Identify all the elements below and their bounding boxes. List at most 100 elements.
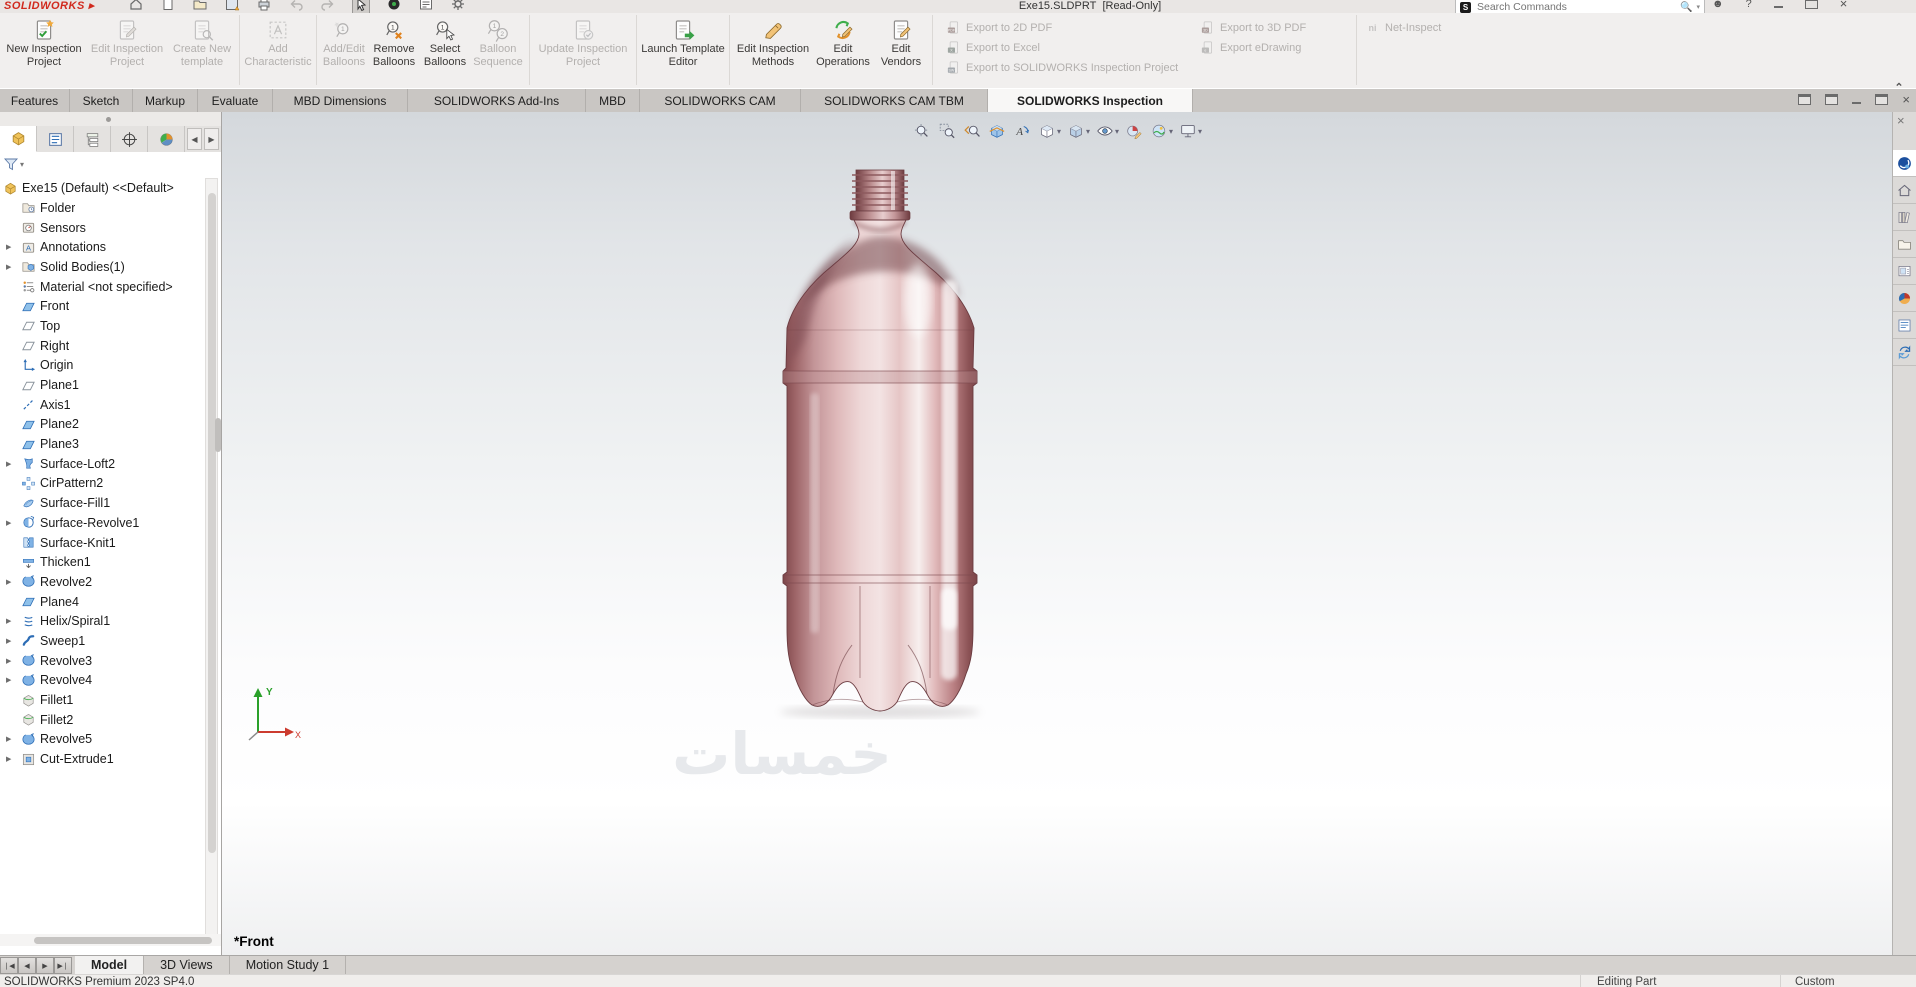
export-button-export-to-solidworks-inspection-project[interactable]: SW Export to SOLIDWORKS Inspection Proje… [946, 59, 1184, 76]
scrollbar-thumb[interactable] [207, 193, 216, 853]
zoom-area-icon[interactable] [936, 120, 958, 142]
tree-item-plane2[interactable]: ▶ Plane2 [0, 415, 204, 435]
close-icon[interactable]: × [1840, 0, 1848, 10]
task-pane-tab[interactable] [1893, 285, 1916, 312]
tree-item-plane3[interactable]: ▶ Plane3 [0, 434, 204, 454]
ribbon-button-select-balloons[interactable]: 1 Select Balloons [420, 15, 470, 85]
restore-icon[interactable] [1804, 0, 1818, 9]
expand-arrow-icon[interactable]: ▶ [6, 578, 11, 586]
restore-document-icon[interactable] [1875, 94, 1889, 105]
tree-item-plane4[interactable]: ▶ Plane4 [0, 592, 204, 612]
chevron-down-icon[interactable]: ▾ [1057, 127, 1061, 136]
ribbon-button-launch-template-editor[interactable]: Launch Template Editor [640, 15, 730, 85]
task-pane-tab[interactable] [1893, 312, 1916, 339]
ribbon-button-update-inspection-project[interactable]: Update Inspection Project [533, 15, 637, 85]
window-icon[interactable] [1825, 94, 1839, 105]
previous-view-icon[interactable] [961, 120, 983, 142]
tab-solidworks-cam[interactable]: SOLIDWORKS CAM [640, 89, 801, 113]
panel-tab[interactable] [111, 126, 148, 152]
tab-features[interactable]: Features [0, 89, 70, 113]
tree-item-right[interactable]: ▶ Right [0, 336, 204, 356]
chevron-down-icon[interactable]: ▾ [1169, 127, 1173, 136]
tree-item-material-not-specified[interactable]: ▶ Material <not specified> [0, 277, 204, 297]
task-pane-tab[interactable] [1893, 339, 1916, 366]
tree-item-front[interactable]: ▶ Front [0, 296, 204, 316]
document-tab-3d-views[interactable]: 3D Views [144, 956, 230, 975]
expand-arrow-icon[interactable]: ▶ [6, 637, 11, 645]
ribbon-button-add-characteristic[interactable]: Add Characteristic [243, 15, 317, 85]
annotation-views-icon[interactable]: A [1011, 120, 1033, 142]
tree-item-surface-loft2[interactable]: ▶ Surface-Loft2 [0, 454, 204, 474]
ribbon-button-add-edit-balloons[interactable]: 1 Add/Edit Balloons [320, 15, 368, 85]
scrollbar-thumb[interactable] [34, 936, 212, 944]
tree-item-folder[interactable]: ▶ Folder [0, 198, 204, 218]
tree-horizontal-scrollbar[interactable] [0, 934, 221, 946]
next-tab-icon[interactable]: ▶ [36, 957, 54, 974]
tree-item-plane1[interactable]: ▶ Plane1 [0, 375, 204, 395]
search-input[interactable] [1475, 0, 1677, 13]
first-tab-icon[interactable]: ❘◀ [0, 957, 18, 974]
tree-item-annotations[interactable]: ▶ A Annotations [0, 237, 204, 257]
document-tab-motion-study-1[interactable]: Motion Study 1 [230, 956, 347, 975]
expand-arrow-icon[interactable]: ▶ [6, 755, 11, 763]
ribbon-button-new-inspection-project[interactable]: New Inspection Project [2, 15, 86, 85]
tree-item-fillet2[interactable]: ▶ Fillet2 [0, 710, 204, 730]
panel-tab[interactable] [74, 126, 111, 152]
export-button-export-to-excel[interactable]: X Export to Excel [946, 39, 1184, 56]
qat-button[interactable] [160, 0, 176, 12]
tree-item-surface-fill1[interactable]: ▶ Surface-Fill1 [0, 493, 204, 513]
tree-item-thicken1[interactable]: ▶ Thicken1 [0, 552, 204, 572]
units-selector[interactable]: Custom [1795, 976, 1835, 987]
chevron-down-icon[interactable]: ▾ [1115, 127, 1119, 136]
task-pane-tab[interactable] [1893, 204, 1916, 231]
edit-appearance-icon[interactable] [1123, 120, 1145, 142]
tab-solidworks-inspection[interactable]: SOLIDWORKS Inspection [988, 89, 1193, 113]
ribbon-button-create-new-template[interactable]: Create New template [168, 15, 240, 85]
ribbon-button-edit-inspection-project[interactable]: Edit Inspection Project [86, 15, 168, 85]
expand-arrow-icon[interactable]: ▶ [6, 617, 11, 625]
tree-item-revolve3[interactable]: ▶ Revolve3 [0, 651, 204, 671]
tree-item-origin[interactable]: ▶ Origin [0, 356, 204, 376]
tree-item-helix-spiral1[interactable]: ▶ Helix/Spiral1 [0, 611, 204, 631]
tree-item-revolve5[interactable]: ▶ Revolve5 [0, 730, 204, 750]
tree-item-revolve2[interactable]: ▶ Revolve2 [0, 572, 204, 592]
last-tab-icon[interactable]: ▶❘ [54, 957, 72, 974]
tree-root[interactable]: Exe15 (Default) <<Default> [0, 178, 204, 198]
panel-width-splitter[interactable] [215, 418, 221, 452]
view-orientation-icon[interactable] [1036, 120, 1058, 142]
tree-item-solid-bodies-1[interactable]: ▶ Solid Bodies(1) [0, 257, 204, 277]
tree-item-top[interactable]: ▶ Top [0, 316, 204, 336]
graphics-viewport[interactable]: ▾ ▾ ▾ ▾ A ▾ ▾ ▾ [222, 112, 1892, 955]
tree-item-surface-revolve1[interactable]: ▶ Surface-Revolve1 [0, 513, 204, 533]
document-tab-model[interactable]: Model [75, 956, 145, 975]
qat-button[interactable] [128, 0, 144, 12]
qat-button[interactable] [386, 0, 402, 12]
export-button-export-to-3d-pdf[interactable]: 3D Export to 3D PDF [1200, 19, 1350, 36]
task-pane-tab[interactable] [1893, 150, 1916, 177]
qat-button[interactable] [288, 0, 304, 12]
expand-arrow-icon[interactable]: ▶ [6, 243, 11, 251]
panel-tab[interactable] [37, 126, 74, 152]
qat-button[interactable] [320, 0, 336, 12]
help-icon[interactable]: ? [1746, 0, 1752, 10]
expand-arrow-icon[interactable]: ▶ [6, 460, 11, 468]
panel-tab[interactable] [0, 126, 37, 152]
section-view-icon[interactable] [986, 120, 1008, 142]
zoom-fit-icon[interactable] [911, 120, 933, 142]
hide-show-icon[interactable] [1094, 120, 1116, 142]
panel-tab[interactable] [148, 126, 185, 152]
task-pane-tab[interactable] [1893, 177, 1916, 204]
apply-scene-icon[interactable] [1148, 120, 1170, 142]
scroll-right-icon[interactable]: ▶ [204, 128, 219, 150]
expand-arrow-icon[interactable]: ▶ [6, 657, 11, 665]
chevron-down-icon[interactable]: ▾ [1198, 127, 1202, 136]
expand-arrow-icon[interactable]: ▶ [6, 263, 11, 271]
close-document-icon[interactable]: × [1902, 93, 1910, 106]
ribbon-button-edit-operations[interactable]: Edit Operations [813, 15, 873, 85]
qat-button[interactable] [418, 0, 434, 12]
tree-item-surface-knit1[interactable]: ▶ Surface-Knit1 [0, 533, 204, 553]
expand-arrow-icon[interactable]: ▶ [6, 519, 11, 527]
minimize-document-icon[interactable] [1852, 101, 1862, 104]
window-icon[interactable] [1798, 94, 1812, 105]
tab-solidworks-add-ins[interactable]: SOLIDWORKS Add-Ins [408, 89, 586, 113]
